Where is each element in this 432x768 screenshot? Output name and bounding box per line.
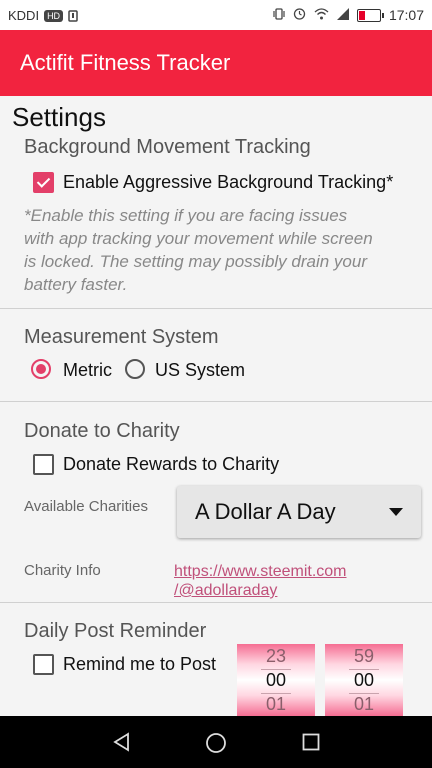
signal-icon [336, 7, 349, 23]
section-divider [0, 602, 432, 603]
notification-icon [68, 9, 80, 22]
hd-badge: HD [44, 9, 64, 22]
aggressive-tracking-label[interactable]: Enable Aggressive Background Tracking* [63, 172, 393, 193]
settings-content[interactable]: Settings Background Movement Tracking En… [0, 96, 432, 716]
tracking-note-line: with app tracking your movement while sc… [24, 229, 373, 248]
section-divider [0, 401, 432, 402]
hour-current[interactable]: 00 [237, 670, 315, 691]
app-bar: Actifit Fitness Tracker [0, 30, 432, 96]
app-title: Actifit Fitness Tracker [20, 50, 231, 75]
hour-next[interactable]: 01 [237, 694, 315, 715]
status-time: 17:07 [388, 7, 424, 23]
alarm-icon [293, 7, 306, 23]
tracking-note-line: *Enable this setting if you are facing i… [24, 206, 348, 225]
section-divider [0, 308, 432, 309]
status-bar: KDDI HD 17:07 [0, 0, 432, 30]
minute-picker[interactable]: 59 00 01 [325, 644, 403, 716]
aggressive-tracking-checkbox[interactable] [33, 172, 54, 193]
navigation-bar [0, 716, 432, 768]
minute-next[interactable]: 01 [325, 694, 403, 715]
vibrate-icon [273, 7, 285, 23]
us-system-label[interactable]: US System [155, 360, 245, 381]
minute-current[interactable]: 00 [325, 670, 403, 691]
page-title: Settings [12, 102, 106, 132]
reminder-heading: Daily Post Reminder [24, 620, 207, 642]
metric-radio[interactable] [31, 359, 51, 379]
available-charities-label: Available Charities [24, 498, 148, 515]
minute-prev[interactable]: 59 [325, 646, 403, 667]
home-icon[interactable] [205, 732, 227, 754]
donate-rewards-checkbox[interactable] [33, 454, 54, 475]
remind-post-label[interactable]: Remind me to Post [63, 654, 216, 675]
us-system-radio[interactable] [125, 359, 145, 379]
charity-info-link[interactable]: https://www.steemit.com /@adollaraday [174, 562, 347, 600]
carrier-label: KDDI [8, 8, 40, 23]
battery-icon [356, 8, 384, 22]
hour-prev[interactable]: 23 [237, 646, 315, 667]
tracking-note-line: is locked. The setting may possibly drai… [24, 252, 367, 271]
charity-heading: Donate to Charity [24, 420, 180, 442]
tracking-note-line: battery faster. [24, 275, 128, 294]
charity-link-line[interactable]: https://www.steemit.com [174, 562, 347, 581]
charity-link-line[interactable]: /@adollaraday [174, 581, 347, 600]
tracking-note: *Enable this setting if you are facing i… [24, 204, 414, 296]
measurement-heading: Measurement System [24, 326, 219, 348]
dropdown-caret-icon [389, 508, 403, 516]
background-tracking-heading: Background Movement Tracking [24, 136, 311, 158]
charity-dropdown[interactable]: A Dollar A Day [177, 486, 421, 538]
donate-rewards-label[interactable]: Donate Rewards to Charity [63, 454, 279, 475]
charity-dropdown-value: A Dollar A Day [195, 499, 336, 524]
back-icon[interactable] [112, 732, 132, 752]
metric-label[interactable]: Metric [63, 360, 112, 381]
recent-apps-icon[interactable] [302, 733, 320, 751]
charity-info-label: Charity Info [24, 562, 101, 579]
hour-picker[interactable]: 23 00 01 [237, 644, 315, 716]
remind-post-checkbox[interactable] [33, 654, 54, 675]
wifi-icon [314, 7, 329, 23]
